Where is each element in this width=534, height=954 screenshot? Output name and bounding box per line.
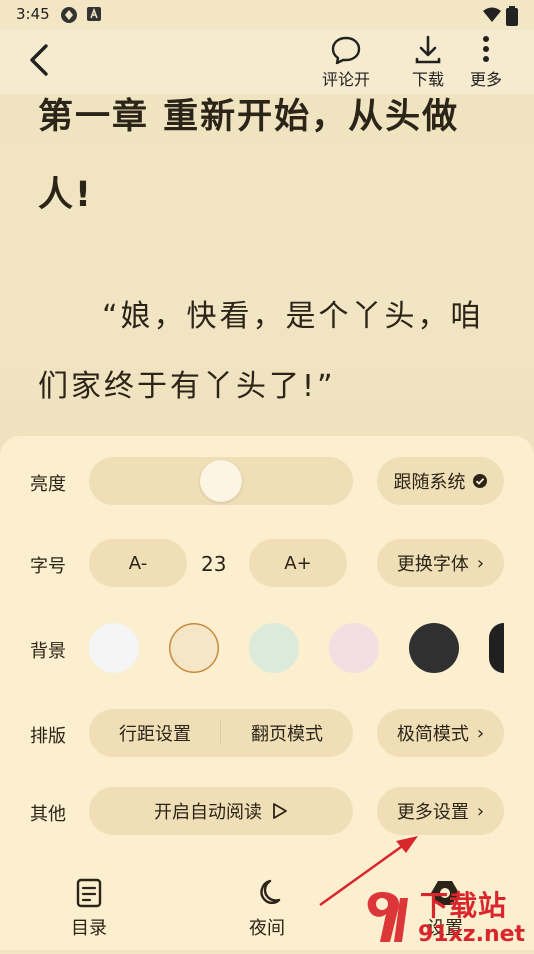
watermark-text-bottom: 91xz.net <box>418 922 526 947</box>
annotation-arrow <box>319 836 418 907</box>
site-watermark: 下载站 91xz.net <box>360 880 534 950</box>
watermark-text-top: 下载站 <box>420 889 508 922</box>
